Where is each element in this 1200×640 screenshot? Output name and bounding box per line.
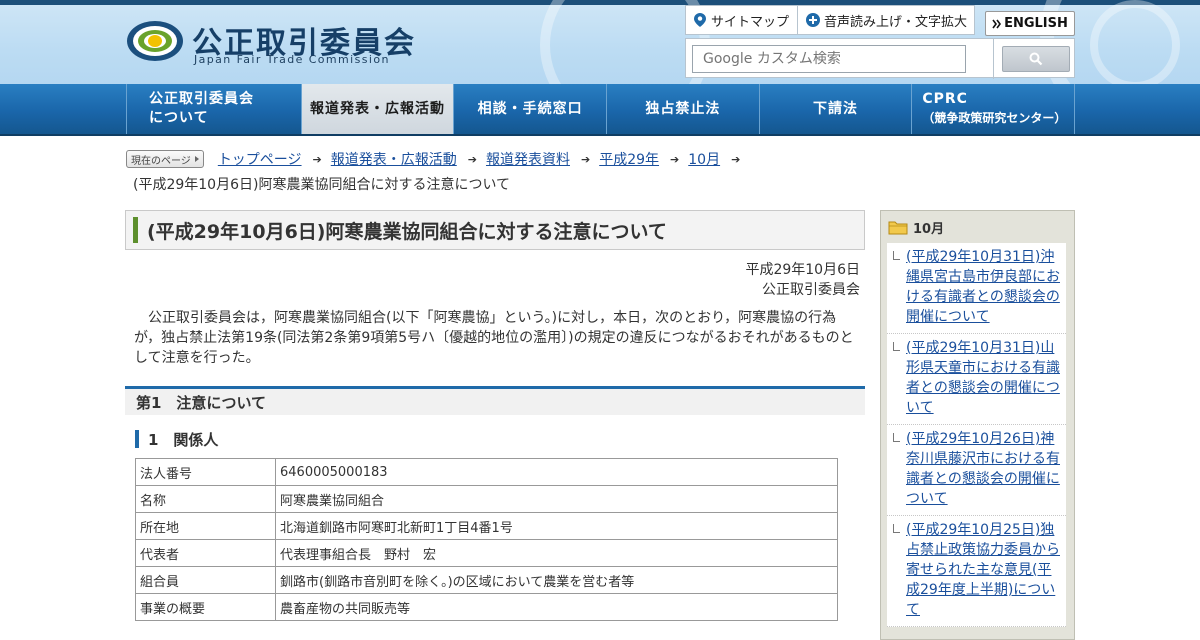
nav-press-releases[interactable]: 報道発表・広報活動 [300, 84, 454, 134]
table-value: 農畜産物の共同販売等 [275, 593, 838, 621]
nav-antimonopoly-label: 独占禁止法 [645, 100, 721, 117]
breadcrumb-link-year[interactable]: 平成29年 [599, 149, 659, 169]
folder-icon [888, 221, 908, 234]
search-divider [993, 39, 994, 79]
table-value: 阿寒農業協同組合 [275, 485, 838, 513]
global-nav: 公正取引委員会 について 報道発表・広報活動 相談・手続窓口 独占禁止法 下請法 … [0, 84, 1200, 136]
sidebar: 10月 (平成29年10月31日)沖縄県宮古島市伊良部における有識者との懇談会の… [880, 210, 1075, 640]
table-row: 組合員 釧路市(釧路市音別町を除く。)の区域において農業を営む者等 [135, 566, 838, 594]
tree-bullet-icon [893, 524, 900, 533]
nav-about-line1: 公正取引委員会 [149, 91, 254, 107]
table-row: 名称 阿寒農業協同組合 [135, 485, 838, 513]
section-heading: 第1 注意について [125, 386, 865, 415]
chevron-right-icon: ➔ [670, 152, 680, 166]
main-content: (平成29年10月6日)阿寒農業協同組合に対する注意について 平成29年10月6… [125, 210, 865, 621]
sidebar-link[interactable]: (平成29年10月25日)独占禁止政策協力委員から寄せられた主な意見(平成29年… [906, 522, 1060, 618]
table-value: 6460005000183 [275, 458, 838, 486]
table-value: 釧路市(釧路市音別町を除く。)の区域において農業を営む者等 [275, 566, 838, 594]
article-org: 公正取引委員会 [762, 282, 860, 298]
list-item: (平成29年10月31日)沖縄県宮古島市伊良部における有識者との懇談会の開催につ… [887, 243, 1066, 334]
sidebar-link[interactable]: (平成29年10月26日)神奈川県藤沢市における有識者との懇談会の開催について [906, 431, 1060, 507]
article-meta: 平成29年10月6日 公正取引委員会 [125, 260, 865, 300]
breadcrumb-link-top[interactable]: トップページ [218, 149, 302, 169]
tree-bullet-icon [893, 251, 900, 260]
sidebar-link[interactable]: (平成29年10月31日)山形県天童市における有識者との懇談会の開催について [906, 340, 1060, 416]
table-label: 所在地 [135, 512, 276, 540]
logo-english-name: Japan Fair Trade Commission [194, 53, 390, 66]
table-label: 法人番号 [135, 458, 276, 486]
table-label: 代表者 [135, 539, 276, 567]
breadcrumb-link-month[interactable]: 10月 [688, 149, 720, 169]
article-date: 平成29年10月6日 [745, 262, 860, 278]
nav-antimonopoly-act[interactable]: 独占禁止法 [606, 84, 759, 134]
voice-zoom-label: 音声読み上げ・文字拡大 [824, 14, 968, 30]
search-input[interactable] [692, 45, 966, 73]
table-row: 事業の概要 農畜産物の共同販売等 [135, 593, 838, 621]
sitemap-label: サイトマップ [711, 14, 790, 30]
table-row: 所在地 北海道釧路市阿寒町北新町1丁目4番1号 [135, 512, 838, 540]
sidebar-heading: 10月 [881, 211, 1074, 243]
english-label: ENGLISH [1004, 16, 1068, 31]
table-label: 事業の概要 [135, 593, 276, 621]
breadcrumb: 現在のページ トップページ ➔ 報道発表・広報活動 ➔ 報道発表資料 ➔ 平成2… [126, 150, 1076, 194]
list-item: (平成29年10月26日)神奈川県藤沢市における有識者との懇談会の開催について [887, 425, 1066, 516]
plus-circle-icon [806, 13, 821, 27]
subsection-heading: 1 関係人 [135, 430, 865, 449]
nav-about-line2: について [149, 110, 209, 126]
sidebar-list: (平成29年10月31日)沖縄県宮古島市伊良部における有識者との懇談会の開催につ… [887, 243, 1066, 627]
breadcrumb-current: (平成29年10月6日)阿寒農業協同組合に対する注意について [133, 177, 511, 193]
table-label: 名称 [135, 485, 276, 513]
list-item: (平成29年10月25日)独占禁止政策協力委員から寄せられた主な意見(平成29年… [887, 516, 1066, 627]
table-label: 組合員 [135, 566, 276, 594]
table-value: 北海道釧路市阿寒町北新町1丁目4番1号 [275, 512, 838, 540]
nav-cprc[interactable]: CPRC （競争政策研究センター） [911, 84, 1076, 134]
chevron-right-icon: ➔ [312, 152, 322, 166]
triangle-right-icon [194, 156, 199, 162]
lead-paragraph: 公正取引委員会は，阿寒農業協同組合(以下「阿寒農協」という。)に対し，本日，次の… [134, 310, 854, 366]
site-logo[interactable]: 公正取引委員会 Japan Fair Trade Commission [126, 18, 426, 68]
sidebar-link[interactable]: (平成29年10月31日)沖縄県宮古島市伊良部における有識者との懇談会の開催につ… [906, 249, 1060, 325]
site-search [685, 38, 1075, 79]
chevron-right-icon: ➔ [467, 152, 477, 166]
header-decoration [1090, 0, 1180, 84]
nav-consultation[interactable]: 相談・手続窓口 [453, 84, 606, 134]
search-button[interactable] [1002, 46, 1070, 72]
map-pin-icon [694, 13, 706, 27]
nav-about-jftc[interactable]: 公正取引委員会 について [126, 84, 301, 134]
nav-cprc-line1: CPRC [922, 91, 968, 107]
nav-cprc-line2: （競争政策研究センター） [922, 111, 1067, 125]
table-row: 法人番号 6460005000183 [135, 458, 838, 486]
chevron-right-icon: ➔ [580, 152, 591, 166]
nav-consultation-label: 相談・手続窓口 [477, 100, 583, 117]
current-page-label: 現在のページ [131, 155, 191, 167]
nav-subcontract-label: 下請法 [813, 100, 859, 117]
breadcrumb-link-releases[interactable]: 報道発表資料 [486, 149, 570, 169]
tree-bullet-icon [893, 433, 900, 442]
sitemap-link[interactable]: サイトマップ [686, 6, 797, 34]
current-page-badge: 現在のページ [126, 150, 204, 168]
chevron-right-icon: ➔ [731, 152, 741, 166]
page-title: (平成29年10月6日)阿寒農業協同組合に対する注意について [125, 210, 865, 250]
jftc-emblem-icon [127, 21, 183, 61]
nav-subcontract-act[interactable]: 下請法 [758, 84, 912, 134]
voice-zoom-link[interactable]: 音声読み上げ・文字拡大 [797, 6, 975, 34]
table-row: 代表者 代表理事組合長 野村 宏 [135, 539, 838, 567]
table-value: 代表理事組合長 野村 宏 [275, 539, 838, 567]
nav-press-label: 報道発表・広報活動 [310, 100, 445, 117]
search-icon [1029, 52, 1043, 66]
related-party-table: 法人番号 6460005000183 名称 阿寒農業協同組合 所在地 北海道釧路市阿寒… [135, 458, 838, 621]
sidebar-heading-label: 10月 [913, 221, 945, 237]
utility-links: サイトマップ 音声読み上げ・文字拡大 [685, 5, 975, 35]
breadcrumb-link-press[interactable]: 報道発表・広報活動 [331, 149, 457, 169]
tree-bullet-icon [893, 342, 900, 351]
list-item: (平成29年10月31日)山形県天童市における有識者との懇談会の開催について [887, 334, 1066, 425]
site-header: 公正取引委員会 Japan Fair Trade Commission サイトマ… [0, 0, 1200, 84]
double-chevron-icon [992, 19, 1002, 28]
english-button[interactable]: ENGLISH [985, 11, 1075, 36]
